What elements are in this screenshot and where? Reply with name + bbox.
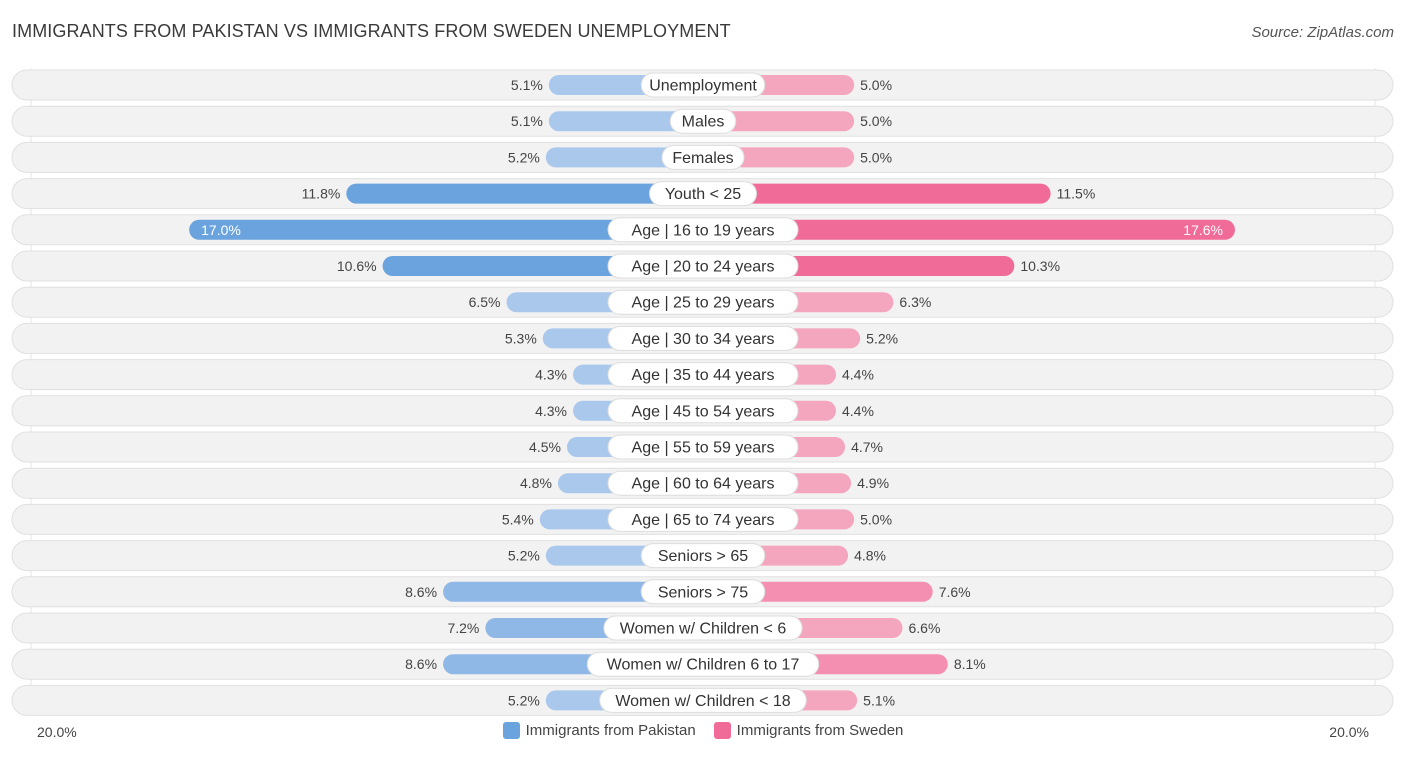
value-label-sweden: 4.4% [842, 403, 874, 419]
bar-row: 4.3% 4.4% Age | 45 to 54 years [11, 395, 1394, 427]
value-label-sweden: 4.4% [842, 367, 874, 383]
value-label-pakistan: 11.8% [302, 186, 341, 202]
bar-row: 5.2% 5.1% Women w/ Children < 18 [11, 684, 1394, 716]
category-label: Age | 35 to 44 years [632, 367, 775, 384]
bar-row: 10.6% 10.3% Age | 20 to 24 years [11, 250, 1394, 282]
category-label: Age | 65 to 74 years [632, 512, 775, 529]
category-label: Youth < 25 [665, 186, 741, 203]
value-label-sweden: 4.8% [854, 548, 886, 564]
category-label: Women w/ Children 6 to 17 [607, 657, 800, 674]
value-label-sweden: 5.0% [860, 149, 892, 165]
bar-row: 5.2% 4.8% Seniors > 65 [11, 540, 1394, 572]
value-label-sweden: 6.6% [908, 620, 940, 636]
category-label: Males [682, 114, 725, 131]
category-label: Women w/ Children < 6 [620, 621, 787, 638]
bar-row: 8.6% 7.6% Seniors > 75 [11, 576, 1394, 608]
category-label: Seniors > 75 [658, 584, 748, 601]
category-label: Age | 20 to 24 years [632, 259, 775, 276]
category-label: Unemployment [649, 78, 757, 95]
category-label: Women w/ Children < 18 [615, 693, 790, 710]
value-label-sweden: 11.5% [1057, 186, 1096, 202]
value-label-pakistan: 5.1% [511, 113, 543, 129]
value-label-sweden: 5.0% [860, 77, 892, 93]
value-label-pakistan: 5.2% [508, 149, 540, 165]
legend: Immigrants from Pakistan Immigrants from… [0, 722, 1406, 739]
category-label: Age | 55 to 59 years [632, 440, 775, 457]
category-label: Females [672, 150, 733, 167]
bar-row: 17.0% 17.6% Age | 16 to 19 years [11, 214, 1394, 246]
value-label-sweden: 6.3% [899, 294, 931, 310]
value-label-pakistan: 5.1% [511, 77, 543, 93]
legend-swatch-sweden [713, 722, 731, 739]
category-label: Age | 16 to 19 years [632, 222, 775, 239]
category-label: Age | 30 to 34 years [632, 331, 775, 348]
bar-row: 11.8% 11.5% Youth < 25 [11, 178, 1394, 210]
bar-row: 5.4% 5.0% Age | 65 to 74 years [11, 503, 1394, 535]
value-label-pakistan: 4.3% [535, 367, 567, 383]
value-label-sweden: 5.0% [860, 511, 892, 527]
value-label-sweden: 5.0% [860, 113, 892, 129]
value-label-pakistan: 8.6% [405, 584, 437, 600]
bar-row: 4.5% 4.7% Age | 55 to 59 years [11, 431, 1394, 463]
value-label-sweden: 17.6% [1183, 222, 1223, 238]
value-label-sweden: 4.9% [857, 475, 889, 491]
value-label-pakistan: 7.2% [447, 620, 479, 636]
value-label-pakistan: 4.3% [535, 403, 567, 419]
category-label: Age | 60 to 64 years [632, 476, 775, 493]
bar-row: 5.1% 5.0% Unemployment [11, 69, 1394, 101]
value-label-pakistan: 4.8% [520, 475, 552, 491]
legend-item-sweden[interactable]: Immigrants from Sweden [713, 722, 904, 739]
category-label: Seniors > 65 [658, 548, 748, 565]
value-label-pakistan: 5.3% [505, 330, 537, 346]
value-label-pakistan: 5.2% [508, 692, 540, 708]
bar-row: 8.6% 8.1% Women w/ Children 6 to 17 [11, 648, 1394, 680]
value-label-sweden: 4.7% [851, 439, 883, 455]
bar-row: 5.1% 5.0% Males [11, 105, 1394, 137]
value-label-pakistan: 6.5% [469, 294, 501, 310]
value-label-sweden: 10.3% [1020, 258, 1060, 274]
bar-row: 5.2% 5.0% Females [11, 141, 1394, 173]
bar-row: 5.3% 5.2% Age | 30 to 34 years [11, 322, 1394, 354]
bar-row: 6.5% 6.3% Age | 25 to 29 years [11, 286, 1394, 318]
category-label: Age | 45 to 54 years [632, 403, 775, 420]
bar-row: 7.2% 6.6% Women w/ Children < 6 [11, 612, 1394, 644]
chart-canvas: 5.1% 5.0% Unemployment 5.1% 5.0% Males 5.2% 5.0… [11, 68, 1394, 716]
value-label-pakistan: 5.2% [508, 548, 540, 564]
value-label-sweden: 5.2% [866, 330, 898, 346]
value-label-sweden: 8.1% [954, 656, 986, 672]
value-label-pakistan: 10.6% [337, 258, 377, 274]
legend-label-sweden: Immigrants from Sweden [736, 722, 904, 739]
value-label-pakistan: 5.4% [502, 511, 534, 527]
value-label-sweden: 5.1% [863, 692, 895, 708]
legend-label-pakistan: Immigrants from Pakistan [525, 722, 696, 739]
bar-row: 4.3% 4.4% Age | 35 to 44 years [11, 359, 1394, 391]
legend-swatch-pakistan [502, 722, 520, 739]
bar-row: 4.8% 4.9% Age | 60 to 64 years [11, 467, 1394, 499]
value-label-sweden: 7.6% [939, 584, 971, 600]
value-label-pakistan: 17.0% [201, 222, 241, 238]
category-label: Age | 25 to 29 years [632, 295, 775, 312]
value-label-pakistan: 4.5% [529, 439, 561, 455]
value-label-pakistan: 8.6% [405, 656, 437, 672]
legend-item-pakistan[interactable]: Immigrants from Pakistan [502, 722, 696, 739]
